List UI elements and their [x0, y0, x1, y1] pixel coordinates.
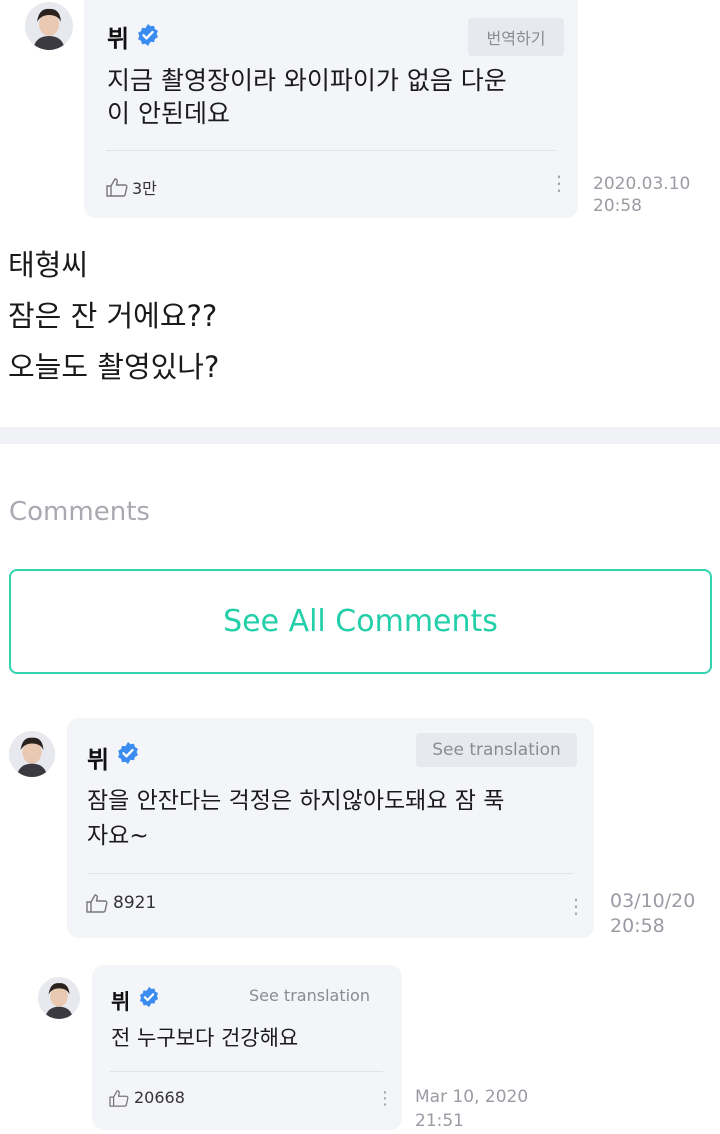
translate-button[interactable]: See translation	[416, 733, 577, 767]
avatar-image	[9, 731, 55, 777]
post-divider	[106, 150, 556, 151]
comment-text: 잠을 안잔다는 걱정은 하지않아도돼요 잠 푹 자요~	[87, 788, 505, 849]
avatar-image	[38, 977, 80, 1019]
post-text: 지금 촬영장이라 와이파이가 없음 다운 이 안된데요	[107, 66, 507, 128]
like-button[interactable]: 3만	[106, 175, 157, 199]
see-all-comments-button[interactable]: See All Comments	[9, 569, 712, 674]
timestamp: 03/10/20 20:58	[610, 890, 696, 937]
avatar[interactable]	[38, 977, 80, 1019]
verified-icon	[136, 23, 160, 47]
fan-post-line: 태형씨	[8, 248, 89, 282]
verified-icon	[138, 986, 160, 1008]
thumbs-up-icon	[86, 894, 108, 913]
more-options-icon[interactable]: ⋮	[566, 896, 586, 916]
avatar[interactable]	[9, 731, 55, 777]
thumbs-up-icon	[106, 178, 128, 197]
more-options-icon[interactable]: ⋮	[549, 173, 569, 193]
author-name[interactable]: 뷔	[107, 19, 129, 54]
like-count: 8921	[113, 893, 157, 913]
avatar-image	[25, 2, 73, 50]
author-name[interactable]: 뷔	[111, 986, 130, 1016]
fan-post-line: 오늘도 촬영있나?	[8, 350, 220, 384]
like-count: 3만	[132, 179, 157, 198]
timestamp: 2020.03.10 20:58	[593, 174, 691, 216]
translate-button[interactable]: 번역하기	[468, 18, 564, 56]
like-button[interactable]: 8921	[86, 893, 156, 913]
comment-divider	[110, 1071, 383, 1072]
more-options-icon[interactable]: ⋮	[376, 1090, 394, 1108]
comment-text: 전 누구보다 건강해요	[111, 1026, 299, 1050]
comments-title: Comments	[9, 497, 150, 527]
avatar[interactable]	[25, 2, 73, 50]
translate-button[interactable]: See translation	[249, 986, 370, 1005]
like-count: 20668	[134, 1088, 185, 1107]
comment-divider	[87, 873, 573, 874]
thumbs-up-icon	[109, 1089, 129, 1107]
section-divider	[0, 427, 720, 444]
like-button[interactable]: 20668	[109, 1088, 185, 1107]
verified-icon	[116, 741, 140, 765]
author-name[interactable]: 뷔	[87, 740, 109, 775]
fan-post-line: 잠은 잔 거에요??	[8, 299, 218, 333]
timestamp: Mar 10, 2020 21:51	[415, 1087, 529, 1131]
